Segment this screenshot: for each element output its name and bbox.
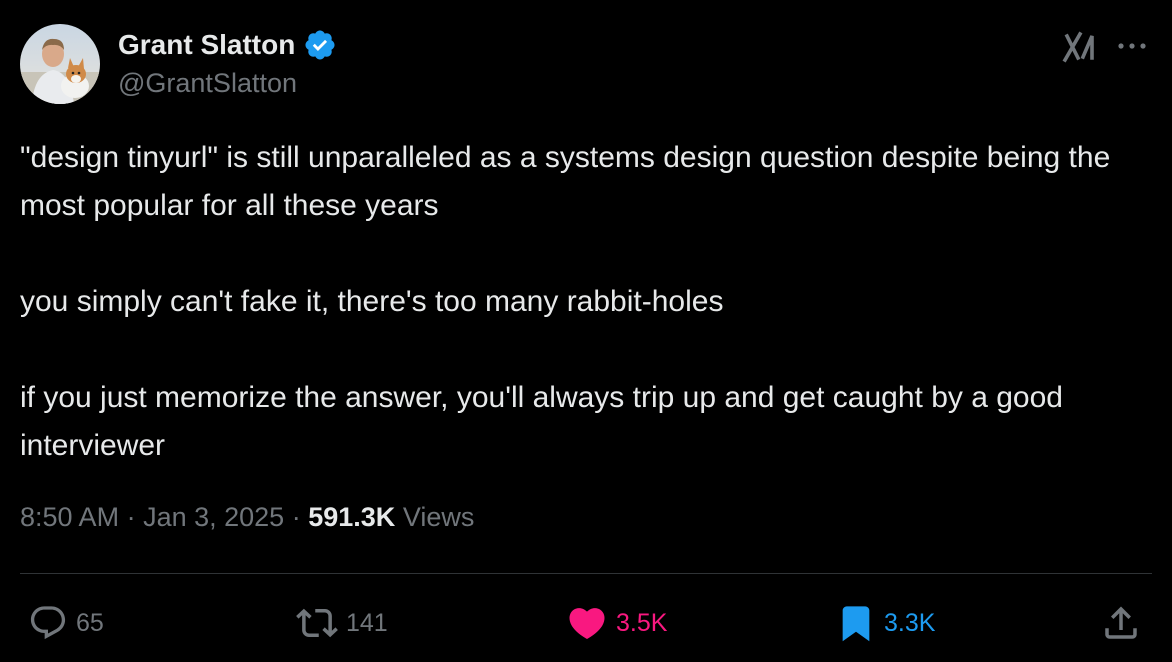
more-icon[interactable] — [1114, 30, 1150, 62]
meta-separator: · — [291, 502, 309, 532]
bookmark-icon — [842, 606, 870, 642]
tweet-paragraph: "design tinyurl" is still unparalleled a… — [20, 141, 1111, 222]
verified-badge-icon — [305, 30, 335, 60]
tweet-meta: 8:50 AM · Jan 3, 2025 · 591.3K Views — [20, 502, 474, 533]
tweet-date[interactable]: Jan 3, 2025 — [143, 502, 284, 532]
avatar[interactable] — [20, 24, 100, 104]
author-name-row[interactable]: Grant Slatton — [118, 28, 337, 62]
reply-count: 65 — [76, 608, 104, 637]
author-name[interactable]: Grant Slatton — [118, 29, 295, 61]
repost-count: 141 — [346, 608, 388, 637]
views-count[interactable]: 591.3K — [308, 502, 395, 532]
tweet-paragraph: you simply can't fake it, there's too ma… — [20, 285, 724, 318]
reply-icon — [30, 606, 66, 640]
divider — [20, 573, 1152, 574]
tweet-text: "design tinyurl" is still unparalleled a… — [20, 134, 1150, 470]
bookmark-button[interactable]: 3.3K — [836, 600, 935, 646]
heart-icon — [569, 608, 605, 640]
tweet-time[interactable]: 8:50 AM — [20, 502, 119, 532]
reply-button[interactable]: 65 — [28, 600, 104, 646]
author-handle[interactable]: @GrantSlatton — [118, 68, 297, 99]
bookmark-count: 3.3K — [884, 608, 936, 637]
grok-icon[interactable] — [1062, 28, 1098, 64]
tweet-paragraph: if you just memorize the answer, you'll … — [20, 381, 1063, 462]
repost-button[interactable]: 141 — [296, 600, 388, 646]
share-button[interactable] — [1100, 600, 1142, 646]
like-count: 3.5K — [616, 608, 668, 637]
views-label[interactable]: Views — [403, 502, 475, 532]
repost-icon — [296, 608, 338, 638]
avatar-image — [20, 24, 100, 104]
like-button[interactable]: 3.5K — [566, 600, 667, 646]
share-icon — [1105, 606, 1137, 639]
meta-separator: · — [126, 502, 144, 532]
